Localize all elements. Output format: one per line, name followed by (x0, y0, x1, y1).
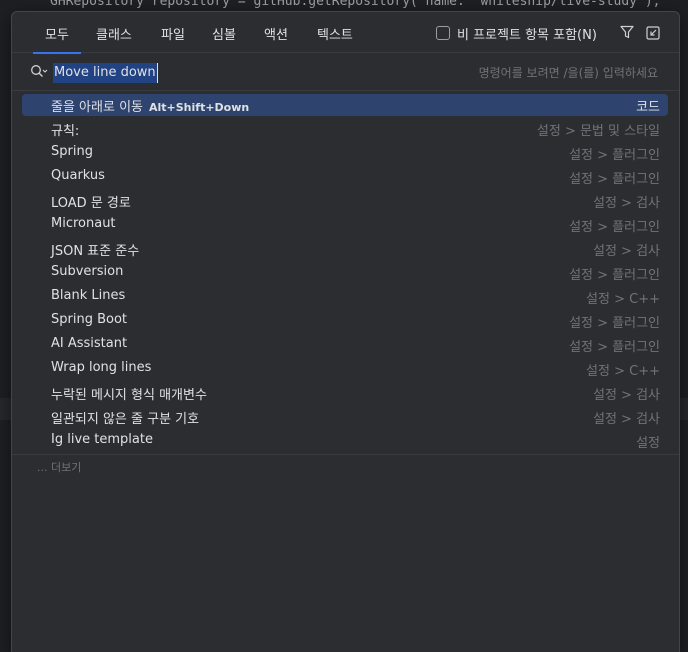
result-path: 설정 > 검사 (593, 196, 660, 211)
tab-classes[interactable]: 클래스 (96, 24, 132, 46)
editor-code-line: GHRepository repository = gitHub.getRepo… (50, 0, 661, 9)
include-non-project-checkbox[interactable] (436, 26, 450, 40)
result-row[interactable]: Blank Lines 설정 > C++ (22, 286, 668, 308)
result-path: 코드 (636, 100, 660, 115)
result-path: 설정 > 플러그인 (569, 268, 660, 283)
result-label: 줄을 아래로 이동 Alt+Shift+Down (51, 100, 250, 115)
result-row[interactable]: Micronaut 설정 > 플러그인 (22, 214, 668, 236)
result-path: 설정 > C++ (586, 292, 660, 307)
result-label: Spring Boot (51, 312, 128, 327)
tab-bar: 모두 클래스 파일 심볼 액션 텍스트 비 프로젝트 항목 포함(N) (12, 12, 679, 54)
result-label: Ig live template (51, 432, 153, 447)
result-path: 설정 > 문법 및 스타일 (536, 124, 660, 139)
result-label: AI Assistant (51, 336, 128, 351)
result-path: 설정 > 플러그인 (569, 316, 660, 331)
result-row[interactable]: LOAD 문 경로 설정 > 검사 (22, 190, 668, 212)
result-row[interactable]: 누락된 메시지 형식 매개변수 설정 > 검사 (22, 382, 668, 404)
search-icon[interactable] (30, 64, 48, 80)
filter-icon[interactable] (620, 25, 634, 39)
result-label: 누락된 메시지 형식 매개변수 (51, 388, 207, 403)
result-path: 설정 (636, 436, 660, 451)
result-label: 일관되지 않은 줄 구분 기호 (51, 412, 200, 427)
result-path: 설정 > 검사 (593, 244, 660, 259)
result-path: 설정 > 플러그인 (569, 148, 660, 163)
more-results-link[interactable]: ... 더보기 (37, 459, 81, 475)
result-row[interactable]: 규칙: 설정 > 문법 및 스타일 (22, 118, 668, 140)
tab-actions[interactable]: 액션 (264, 24, 288, 46)
result-row[interactable]: Spring Boot 설정 > 플러그인 (22, 310, 668, 332)
result-label: Blank Lines (51, 288, 126, 303)
result-label: Quarkus (51, 168, 105, 183)
tab-symbols[interactable]: 심볼 (212, 24, 236, 46)
result-row[interactable]: Spring 설정 > 플러그인 (22, 142, 668, 164)
result-row[interactable]: 일관되지 않은 줄 구분 기호 설정 > 검사 (22, 406, 668, 428)
result-label: 규칙: (51, 124, 80, 139)
result-row[interactable]: Subversion 설정 > 플러그인 (22, 262, 668, 284)
result-label: LOAD 문 경로 (51, 196, 131, 211)
result-row[interactable]: Wrap long lines 설정 > C++ (22, 358, 668, 380)
result-path: 설정 > 플러그인 (569, 340, 660, 355)
result-label: JSON 표준 준수 (51, 244, 140, 259)
tab-files[interactable]: 파일 (161, 24, 185, 46)
result-label: Micronaut (51, 216, 116, 231)
result-path: 설정 > 검사 (593, 412, 660, 427)
tab-text[interactable]: 텍스트 (317, 24, 353, 46)
open-in-window-icon[interactable] (646, 26, 660, 40)
result-path: 설정 > 검사 (593, 388, 660, 403)
search-everywhere-popup: 모두 클래스 파일 심볼 액션 텍스트 비 프로젝트 항목 포함(N) Move… (11, 11, 680, 652)
include-non-project-label[interactable]: 비 프로젝트 항목 포함(N) (457, 24, 597, 43)
search-row: Move line down 명령어를 보려면 /을(를) 입력하세요 (12, 53, 679, 91)
result-row[interactable]: AI Assistant 설정 > 플러그인 (22, 334, 668, 356)
result-label: Subversion (51, 264, 124, 279)
result-row[interactable]: JSON 표준 준수 설정 > 검사 (22, 238, 668, 260)
result-path: 설정 > C++ (586, 364, 660, 379)
search-input[interactable]: Move line down (53, 61, 433, 83)
tab-all[interactable]: 모두 (33, 24, 81, 54)
result-label: Wrap long lines (51, 360, 152, 375)
result-path: 설정 > 플러그인 (569, 172, 660, 187)
results-divider (12, 454, 679, 455)
result-row[interactable]: Quarkus 설정 > 플러그인 (22, 166, 668, 188)
search-hint: 명령어를 보려면 /을(를) 입력하세요 (478, 66, 658, 80)
result-label: Spring (51, 144, 93, 159)
result-path: 설정 > 플러그인 (569, 220, 660, 235)
result-row[interactable]: Ig live template 설정 (22, 430, 668, 452)
result-shortcut: Alt+Shift+Down (149, 101, 250, 114)
search-input-value[interactable]: Move line down (53, 63, 158, 83)
result-row[interactable]: 줄을 아래로 이동 Alt+Shift+Down 코드 (22, 94, 668, 116)
